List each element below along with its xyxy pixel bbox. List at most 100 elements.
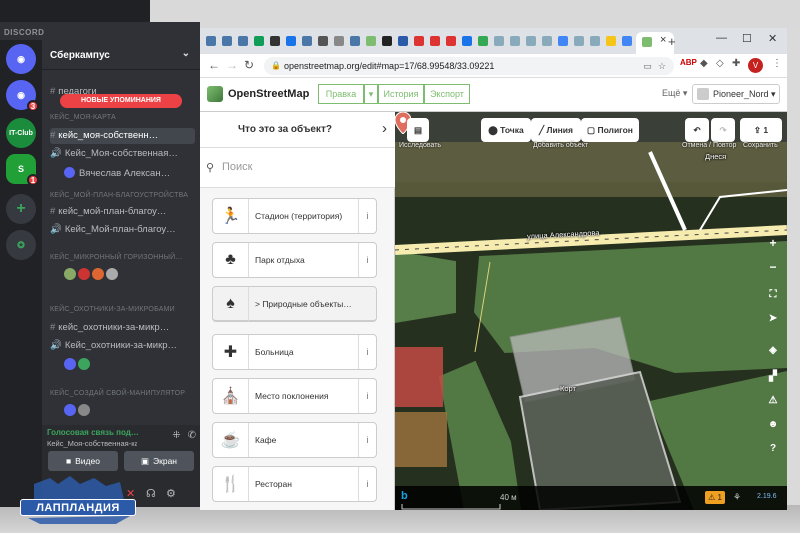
tab-icon[interactable] xyxy=(318,36,328,46)
video-button[interactable]: ■ Видео xyxy=(48,451,118,471)
tab-icon[interactable] xyxy=(606,36,616,46)
screen-share-button[interactable]: ▣ Экран xyxy=(124,451,194,471)
category-header[interactable]: КЕЙС_МОЙ-ПЛАН-БЛАГОУСТРОЙСТВА xyxy=(50,188,195,204)
save-button[interactable]: ⇪ 1 xyxy=(740,118,782,142)
tab-osm-icon[interactable] xyxy=(366,36,376,46)
add-server-icon[interactable]: + xyxy=(6,194,36,224)
new-tab-button[interactable]: + xyxy=(668,34,676,49)
tab-icon[interactable] xyxy=(462,36,472,46)
preset-item[interactable]: ⛪ Место поклонения i xyxy=(212,378,377,414)
undo-icon[interactable]: ↶ xyxy=(685,118,709,142)
info-icon[interactable]: i xyxy=(358,335,376,369)
warning-count-badge[interactable]: ⚠ 1 xyxy=(705,491,725,504)
preset-item[interactable]: ✚ Больница i xyxy=(212,334,377,370)
tab-vk-icon[interactable] xyxy=(238,36,248,46)
tab-wiki-icon[interactable] xyxy=(334,36,344,46)
add-line-button[interactable]: ╱ Линия xyxy=(531,118,581,142)
tab-icon[interactable] xyxy=(494,36,504,46)
bookmark-star-icon[interactable]: ☆ xyxy=(658,57,666,75)
tab-google-icon[interactable] xyxy=(558,36,568,46)
tab-vk-icon[interactable] xyxy=(350,36,360,46)
extension-icon[interactable]: ◆ xyxy=(700,58,708,69)
zoom-in-icon[interactable]: + xyxy=(763,232,783,254)
history-button[interactable]: История xyxy=(378,84,424,104)
abp-extension-icon[interactable]: ABP xyxy=(680,58,697,67)
back-icon[interactable]: ← xyxy=(208,58,220,72)
tab-youtube-icon[interactable] xyxy=(446,36,456,46)
geolocate-icon[interactable]: ➤ xyxy=(763,308,783,330)
gear-icon[interactable]: ⚙ xyxy=(166,487,176,500)
reload-icon[interactable]: ↻ xyxy=(244,58,254,72)
chevron-right-icon[interactable]: › xyxy=(382,120,387,137)
guild-sbercampus[interactable]: S1 xyxy=(6,154,39,186)
voice-channel-name[interactable]: Кейс_Моя-собственная-ка… xyxy=(47,439,137,448)
noise-suppression-icon[interactable]: ⁜ xyxy=(172,430,180,441)
maximize-icon[interactable]: ☐ xyxy=(742,32,752,45)
category-header[interactable]: КЕЙС_МИКРОННЫЙ ГОРИЗОННЫЙ… xyxy=(50,250,195,266)
redo-icon[interactable]: ↷ xyxy=(711,118,735,142)
info-icon[interactable]: i xyxy=(358,243,376,277)
new-mentions-pill[interactable]: НОВЫЕ УПОМИНАНИЯ xyxy=(60,94,182,108)
info-icon[interactable]: i xyxy=(358,379,376,413)
category-header[interactable]: КЕЙС_ОХОТНИКИ-ЗА-МИКРОБАМИ xyxy=(50,302,195,318)
extension-icon[interactable]: ◇ xyxy=(716,58,724,69)
user-menu[interactable]: Pioneer_Nord ▾ xyxy=(692,84,780,104)
preset-group[interactable]: ♠ > Природные объекты… xyxy=(212,286,377,322)
voice-channel-item[interactable]: 🔊 Кейс_Мой-план-благоу… xyxy=(50,222,195,238)
tab-icon[interactable] xyxy=(526,36,536,46)
tab-vk-icon[interactable] xyxy=(206,36,216,46)
export-button[interactable]: Экспорт xyxy=(424,84,470,104)
tab-sheets-icon[interactable] xyxy=(254,36,264,46)
voice-channel-item[interactable]: 🔊 Кейс_Моя-собственная… xyxy=(50,146,195,162)
guild-it-club[interactable]: IT-Club xyxy=(6,118,36,148)
tab-icon[interactable] xyxy=(398,36,408,46)
dm-guild[interactable]: ◉ 3 xyxy=(6,80,39,112)
version-label[interactable]: 2.19.6 xyxy=(757,493,776,500)
server-header[interactable]: Сберкампус ⌄ xyxy=(42,40,200,70)
more-menu[interactable]: Ещё ▾ xyxy=(662,88,687,99)
tab-youtube-icon[interactable] xyxy=(414,36,424,46)
preferences-icon[interactable]: ☻ xyxy=(763,414,783,436)
osm-title[interactable]: OpenStreetMap xyxy=(228,88,309,100)
preset-item[interactable]: ☕ Кафе i xyxy=(212,422,377,458)
osm-logo-icon[interactable] xyxy=(207,86,223,102)
voice-channel-item[interactable]: 🔊 Кейс_охотники-за-микр… xyxy=(50,338,195,354)
cast-icon[interactable]: ▭ xyxy=(643,57,652,75)
info-icon[interactable]: i xyxy=(358,423,376,457)
edit-dropdown-icon[interactable]: ▾ xyxy=(364,84,378,104)
profile-avatar[interactable]: V xyxy=(748,58,763,73)
zoom-out-icon[interactable]: − xyxy=(763,256,783,278)
preset-search-input[interactable]: ⚲ Поиск xyxy=(200,148,395,188)
tab-icon[interactable] xyxy=(510,36,520,46)
tab-maps-icon[interactable] xyxy=(478,36,488,46)
channel-item-active[interactable]: # кейс_моя-собственн… xyxy=(50,128,195,144)
help-icon[interactable]: ? xyxy=(763,438,783,460)
tab-icon[interactable] xyxy=(574,36,584,46)
map-canvas[interactable]: улица Александрова Корт Днеся ▤ Исследов… xyxy=(395,112,787,510)
tab-icon[interactable] xyxy=(270,36,280,46)
category-header[interactable]: КЕЙС_МОЯ-КАРТА xyxy=(50,110,195,126)
issues-warning-icon[interactable]: ⚠ xyxy=(763,390,783,412)
tab-icon[interactable] xyxy=(542,36,552,46)
add-point-button[interactable]: ⬤ Точка xyxy=(481,118,531,142)
headphones-icon[interactable]: ☊ xyxy=(146,487,156,500)
forward-icon[interactable]: → xyxy=(226,58,238,72)
zoom-to-selection-icon[interactable]: ⛶ xyxy=(763,284,783,306)
disconnect-icon[interactable]: ✆ xyxy=(188,430,196,441)
minimize-icon[interactable]: — xyxy=(716,32,727,44)
channel-item[interactable]: # кейс_мой-план-благоу… xyxy=(50,204,195,220)
category-header[interactable]: КЕЙС_СОЗДАЙ СВОЙ-МАНИПУЛЯТОР xyxy=(50,386,195,402)
preset-item[interactable]: 🏃 Стадион (территория) i xyxy=(212,198,377,234)
home-icon[interactable]: ◉ xyxy=(6,44,36,74)
info-icon[interactable]: i xyxy=(358,467,376,501)
tab-vk-icon[interactable] xyxy=(222,36,232,46)
preset-item[interactable]: 🍴 Ресторан i xyxy=(212,466,377,502)
preset-item[interactable]: ♣ Парк отдыха i xyxy=(212,242,377,278)
channel-item[interactable]: # кейс_охотники-за-микр… xyxy=(50,320,195,336)
explore-compass-icon[interactable]: ✪ xyxy=(6,230,36,260)
tab-google-icon[interactable] xyxy=(622,36,632,46)
edit-button[interactable]: Правка xyxy=(318,84,364,104)
tab-vk-icon[interactable] xyxy=(302,36,312,46)
tab-icon[interactable] xyxy=(382,36,392,46)
close-window-icon[interactable]: ✕ xyxy=(768,32,777,45)
